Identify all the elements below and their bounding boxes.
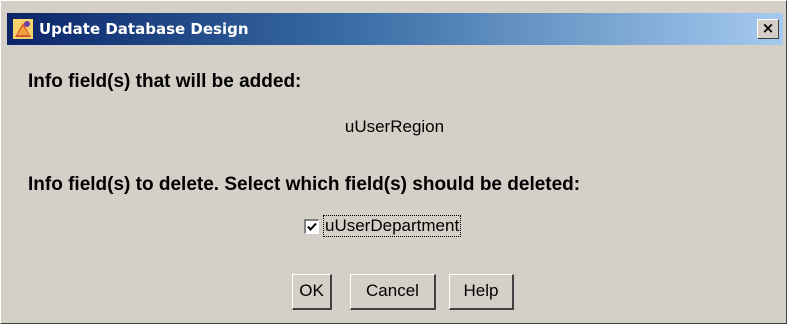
close-icon[interactable]: ×: [757, 19, 779, 39]
delete-field-option[interactable]: uUserDepartment: [304, 215, 462, 237]
delete-field-checkbox[interactable]: [304, 218, 319, 234]
title-bar[interactable]: Update Database Design ×: [7, 13, 783, 45]
added-fields-heading: Info field(s) that will be added:: [28, 71, 302, 92]
dialog-title: Update Database Design: [39, 20, 249, 38]
checkmark-icon: [307, 222, 317, 231]
cancel-button[interactable]: Cancel: [350, 274, 436, 310]
ok-button[interactable]: OK: [292, 274, 332, 310]
update-database-design-dialog: Update Database Design × Info field(s) t…: [0, 0, 787, 324]
added-field-item: uUserRegion: [344, 117, 445, 136]
delete-fields-heading: Info field(s) to delete. Select which fi…: [28, 174, 581, 195]
app-icon: [13, 19, 33, 39]
help-button[interactable]: Help: [449, 274, 514, 310]
delete-field-label[interactable]: uUserDepartment: [323, 215, 462, 237]
